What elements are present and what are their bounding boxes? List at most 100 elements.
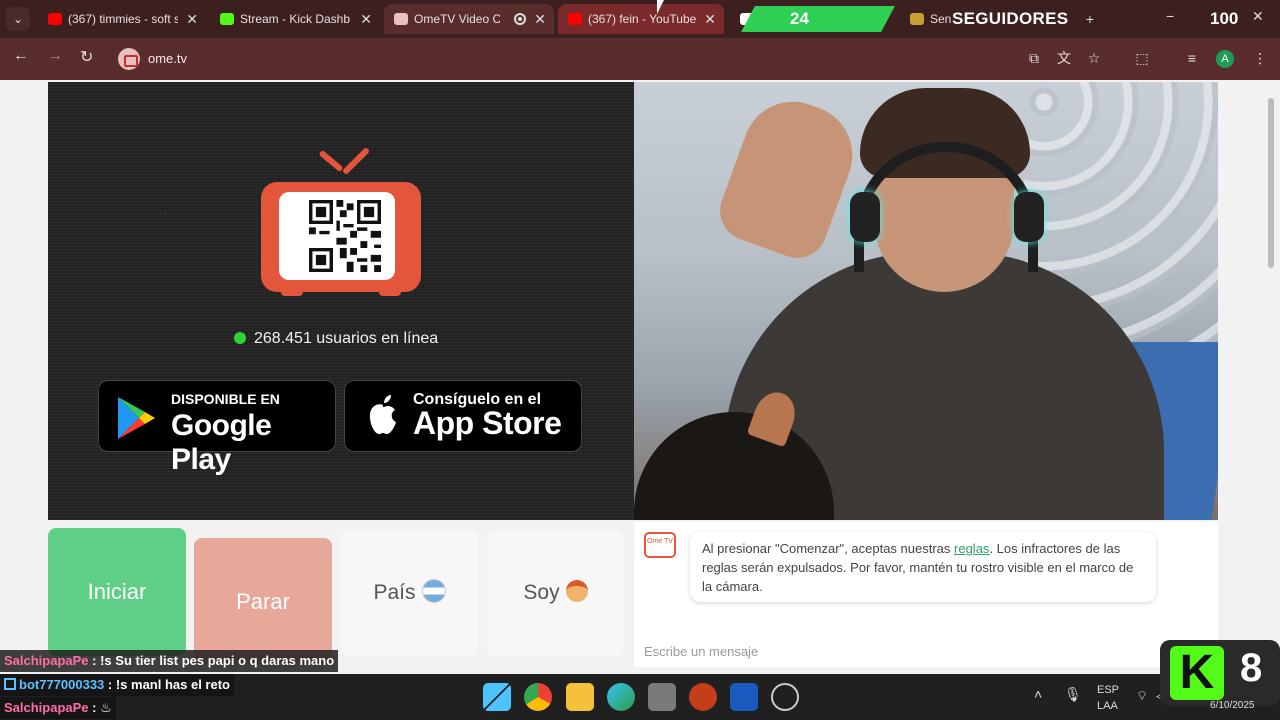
chat-text: : !s Su tier list pes papi o q daras man…	[88, 653, 335, 668]
bookmark-star-icon[interactable]: ☆	[1086, 50, 1102, 66]
install-app-icon[interactable]: ⧉	[1026, 50, 1042, 66]
chat-panel: Ome TV Al presionar "Comenzar", aceptas …	[634, 522, 1218, 667]
self-camera-video	[634, 82, 1218, 520]
kick-logo-icon: K	[1170, 646, 1224, 700]
tab-title: (367) fein - YouTube	[588, 12, 697, 26]
stranger-video-panel: 268.451 usuarios en línea DISPONIBLE EN …	[48, 82, 634, 520]
tab-title: (367) timmies - soft s	[68, 12, 178, 26]
tab-close-icon[interactable]: ✕	[534, 4, 546, 34]
windows-start-icon[interactable]	[483, 683, 511, 711]
word-icon[interactable]	[730, 683, 758, 711]
address-bar[interactable]: ome.tv	[112, 44, 1172, 74]
stop-button[interactable]: Parar	[194, 538, 332, 664]
static-noise	[48, 82, 634, 520]
stream-chat-message: SalchipapaPe : !s Su tier list pes papi …	[0, 650, 339, 672]
rules-link[interactable]: reglas	[954, 541, 989, 556]
online-users: 268.451 usuarios en línea	[234, 330, 438, 348]
tab-youtube-fein[interactable]: (367) fein - YouTube ✕	[558, 4, 724, 34]
chat-text: : ♨	[88, 700, 112, 715]
tab-title: Sen	[930, 12, 952, 26]
calculator-icon[interactable]	[648, 683, 676, 711]
lang-bottom[interactable]: LAA	[1097, 700, 1118, 712]
country-button[interactable]: País	[341, 530, 478, 656]
recording-icon	[514, 13, 526, 25]
kick-count: 8	[1240, 646, 1263, 690]
chat-username: SalchipapaPe	[4, 653, 89, 668]
site-info-icon[interactable]	[118, 48, 140, 70]
chrome-icon[interactable]	[524, 683, 552, 711]
page-scrollbar[interactable]	[1266, 84, 1276, 284]
chat-text: : !s manl has el reto	[104, 677, 230, 692]
app-icon	[910, 13, 924, 25]
translate-icon[interactable]: 文	[1056, 50, 1072, 66]
boy-face-icon	[565, 580, 588, 602]
kick-counter-widget: K 8	[1160, 640, 1280, 706]
tab-kick-dashboard[interactable]: Stream - Kick Dashbo ✕	[210, 4, 380, 34]
youtube-icon	[568, 13, 582, 25]
powerpoint-icon[interactable]	[689, 683, 717, 711]
followers-goal: 100	[1210, 9, 1239, 28]
country-label: País	[373, 581, 416, 604]
ometv-chat-logo: Ome TV	[644, 532, 676, 558]
tab-close-icon[interactable]: ✕	[186, 4, 198, 34]
google-play-small-text: DISPONIBLE EN	[171, 391, 280, 407]
edge-icon[interactable]	[607, 683, 635, 711]
close-window-button[interactable]: ✕	[1252, 8, 1264, 25]
qr-code-icon[interactable]	[309, 200, 381, 272]
file-explorer-icon[interactable]	[566, 683, 594, 711]
reload-icon[interactable]: ↻	[80, 47, 93, 67]
followers-progress-bar	[741, 6, 895, 32]
online-count-text: 268.451 usuarios en línea	[254, 330, 439, 347]
lang-top[interactable]: ESP	[1097, 684, 1119, 696]
new-tab-icon[interactable]: +	[1086, 4, 1094, 34]
browser-toolbar: ← → ↻ ome.tv ⧉ 文 ☆ ⬚ ≡ A ⋮	[0, 38, 1280, 80]
tray-chevron-up-icon[interactable]: ˄	[1034, 686, 1042, 702]
tab-close-icon[interactable]: ✕	[360, 4, 372, 34]
stream-chat-message: bot777000333 : !s manl has el reto	[0, 674, 234, 696]
argentina-flag-icon	[421, 579, 446, 603]
profile-avatar[interactable]: A	[1216, 50, 1234, 68]
forward-icon[interactable]: →	[47, 47, 63, 65]
chat-username: bot777000333	[19, 677, 105, 692]
extensions-icon[interactable]: ⬚	[1134, 50, 1150, 66]
mouse-cursor-icon	[657, 0, 664, 14]
screen: ⌄ (367) timmies - soft s ✕ Stream - Kick…	[0, 0, 1280, 720]
tab-youtube-timmies[interactable]: (367) timmies - soft s ✕	[38, 4, 206, 34]
followers-label: SEGUIDORES	[952, 9, 1069, 28]
google-play-badge[interactable]: DISPONIBLE EN Google Play	[98, 380, 336, 476]
taskbar-date: 6/10/2025	[1210, 700, 1255, 711]
minimize-button[interactable]: −	[1166, 8, 1174, 24]
google-play-big-text: Google Play	[171, 409, 272, 476]
chat-message-input[interactable]: Escribe un mensaje	[644, 644, 758, 659]
gender-label: Soy	[523, 581, 560, 604]
tab-title: Stream - Kick Dashbo	[240, 12, 350, 26]
apple-icon	[369, 395, 396, 434]
tab-strip: ⌄ (367) timmies - soft s ✕ Stream - Kick…	[0, 0, 1280, 38]
back-icon[interactable]: ←	[13, 47, 29, 65]
ometv-icon	[394, 13, 408, 25]
scroll-thumb[interactable]	[1268, 98, 1274, 268]
tab-search-icon[interactable]: ⌄	[6, 7, 30, 31]
wifi-icon[interactable]: ⌔	[1136, 688, 1148, 704]
app-store-badge[interactable]: Consíguelo en el App Store	[344, 380, 582, 452]
url-text: ome.tv	[148, 51, 188, 66]
kick-icon	[220, 13, 234, 25]
ometv-page: 268.451 usuarios en línea DISPONIBLE EN …	[0, 80, 1280, 674]
bot-badge-icon	[4, 678, 16, 690]
microphone-icon[interactable]: 🎙	[1064, 686, 1082, 703]
stream-chat-message: SalchipapaPe : ♨	[0, 697, 116, 719]
system-message: Al presionar "Comenzar", aceptas nuestra…	[690, 532, 1156, 602]
media-controls-icon[interactable]: ≡	[1184, 50, 1200, 66]
tab-close-icon[interactable]: ✕	[704, 4, 716, 34]
menu-icon[interactable]: ⋮	[1252, 50, 1268, 66]
start-button[interactable]: Iniciar	[48, 528, 186, 656]
online-status-icon	[234, 332, 246, 344]
followers-count: 24	[790, 9, 809, 28]
tab-ometv[interactable]: OmeTV Video Ch ✕	[384, 4, 554, 34]
gender-button[interactable]: Soy	[487, 530, 624, 656]
chat-username: SalchipapaPe	[4, 700, 89, 715]
youtube-icon	[48, 13, 62, 25]
settings-gear-icon[interactable]	[771, 683, 799, 711]
ometv-logo	[261, 146, 421, 299]
google-play-icon	[118, 397, 155, 439]
